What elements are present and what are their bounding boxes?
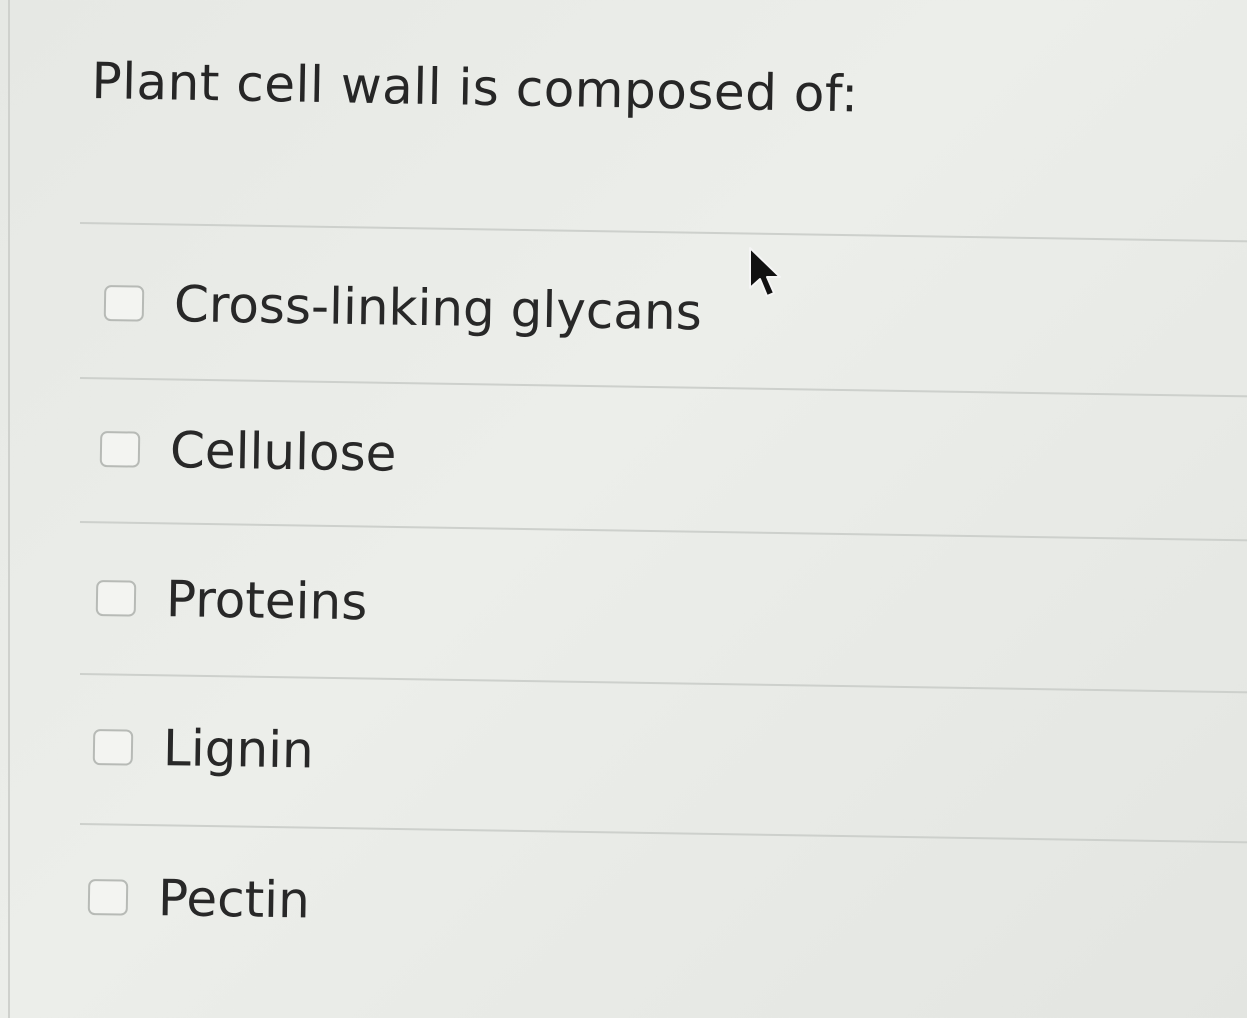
checkbox[interactable] (87, 879, 129, 916)
checkbox[interactable] (92, 729, 134, 766)
option-label: Cellulose (169, 421, 397, 483)
option-divider (79, 823, 1247, 844)
option-cellulose[interactable]: Cellulose (99, 414, 397, 489)
option-label: Cross-linking glycans (173, 275, 703, 342)
option-label: Lignin (162, 719, 315, 780)
question-panel: Plant cell wall is composed of: Cross-li… (0, 0, 1247, 1018)
option-cross-linking-glycans[interactable]: Cross-linking glycans (103, 268, 702, 347)
checkbox[interactable] (103, 285, 145, 322)
option-divider (79, 521, 1247, 542)
option-divider (79, 673, 1247, 694)
arrow-pointer-icon (749, 247, 781, 297)
checkbox[interactable] (99, 431, 141, 468)
option-label: Pectin (157, 869, 311, 930)
question-title: Plant cell wall is composed of: (90, 52, 860, 124)
option-lignin[interactable]: Lignin (92, 712, 314, 785)
option-label: Proteins (165, 570, 368, 632)
checkbox[interactable] (95, 580, 137, 617)
option-divider (79, 377, 1247, 398)
option-pectin[interactable]: Pectin (87, 862, 310, 935)
option-proteins[interactable]: Proteins (95, 563, 368, 637)
option-divider (79, 222, 1247, 243)
